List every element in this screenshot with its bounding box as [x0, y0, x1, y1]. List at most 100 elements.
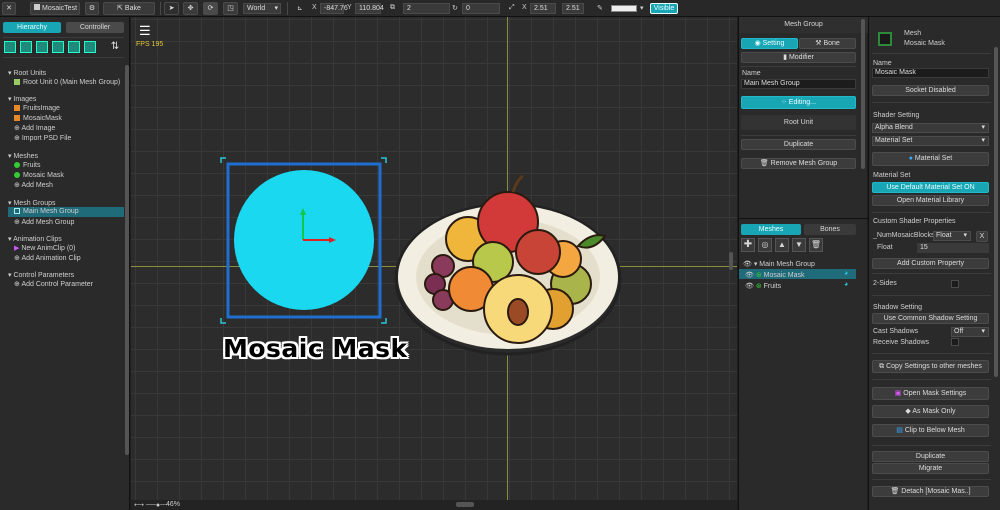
project-tab[interactable]: MosaicTest	[30, 2, 80, 15]
clip-to-below-button[interactable]: ▤ Clip to Below Mesh	[872, 424, 989, 437]
filter-mesh-icon[interactable]	[36, 41, 48, 53]
tree-item-fruits-image[interactable]: FruitsImage	[14, 104, 60, 114]
tab-setting[interactable]: ◉ Setting	[741, 38, 798, 49]
add-animation-clip-button[interactable]: ⊕ Add Animation Clip	[14, 254, 81, 264]
sort-icon[interactable]: ⇅	[109, 41, 121, 53]
modifier-button[interactable]: ▮ Modifier	[741, 52, 856, 63]
list-row-fruits[interactable]: 👁 ⊛ Fruits	[745, 282, 781, 290]
add-custom-property-button[interactable]: Add Custom Property	[872, 258, 989, 269]
editing-button[interactable]: ⁘ Editing...	[741, 96, 856, 109]
tab-hierarchy[interactable]: Hierarchy	[3, 22, 61, 33]
add-mesh-group-button[interactable]: ⊕ Add Mesh Group	[14, 218, 74, 228]
rotate-tool-icon[interactable]: ⟳	[203, 2, 218, 15]
remove-mesh-group-button[interactable]: 🗑 Remove Mesh Group	[741, 158, 856, 169]
material-mode-dropdown[interactable]: Material Set	[872, 136, 989, 146]
root-unit-button[interactable]: Root Unit	[741, 115, 856, 130]
layer-icon[interactable]: ◎	[758, 238, 772, 252]
section-animation-clips[interactable]: ▾ Animation Clips	[8, 235, 62, 243]
color-swatch[interactable]	[611, 5, 637, 12]
space-dropdown[interactable]: World ▾	[243, 3, 281, 14]
remove-property-button[interactable]: X	[976, 231, 988, 242]
panel-scrollbar[interactable]	[861, 19, 865, 169]
two-sides-checkbox[interactable]	[951, 280, 959, 288]
tree-item-anim-clip[interactable]: ▶ New AnimClip (0)	[14, 244, 75, 254]
duplicate-mesh-button[interactable]: Duplicate	[872, 451, 989, 462]
vertical-scrollbar[interactable]	[729, 252, 733, 270]
move-up-icon[interactable]: ▲	[775, 238, 789, 252]
receive-shadows-checkbox[interactable]	[951, 338, 959, 346]
float-value-input[interactable]: 15	[917, 243, 989, 253]
filter-anim-icon[interactable]	[68, 41, 80, 53]
hierarchy-scrollbar[interactable]	[125, 65, 129, 455]
tab-controller[interactable]: Controller	[66, 22, 124, 33]
position-y-input[interactable]: 110.804	[355, 3, 384, 14]
mosaic-mask-object[interactable]	[219, 156, 389, 326]
section-meshes[interactable]: ▾ Meshes	[8, 152, 38, 160]
open-material-library-button[interactable]: Open Material Library	[872, 195, 989, 206]
section-images[interactable]: ▾ Images	[8, 95, 36, 103]
as-mask-only-button[interactable]: ◆ As Mask Only	[872, 405, 989, 418]
depth-input[interactable]: 2	[403, 3, 450, 14]
section-root-units[interactable]: ▾ Root Units	[8, 69, 46, 77]
add-mesh-button[interactable]: ⊕ Add Mesh	[14, 181, 53, 191]
tree-item-fruits-mesh[interactable]: Fruits	[14, 161, 41, 171]
section-control-parameters[interactable]: ▾ Control Parameters	[8, 271, 74, 279]
gear-icon[interactable]: ⚙	[85, 2, 99, 15]
filter-param-icon[interactable]	[84, 41, 96, 53]
add-icon[interactable]: ✚	[741, 238, 755, 252]
chevron-down-icon[interactable]: ▾	[640, 4, 644, 12]
list-row-mosaic[interactable]: 👁 ⊛ Mosaic Mask	[745, 271, 805, 279]
tree-item-mosaic-image[interactable]: MosaicMask	[14, 114, 62, 124]
move-tool-icon[interactable]: ✥	[183, 2, 198, 15]
move-down-icon[interactable]: ▼	[792, 238, 806, 252]
detach-button[interactable]: 🗑 Detach [Mosaic Mas..]	[872, 486, 989, 497]
tree-item-root-unit[interactable]: Root Unit 0 (Main Mesh Group)	[14, 78, 120, 88]
mesh-name-input[interactable]: Mosaic Mask	[872, 68, 989, 78]
fruits-plate-image[interactable]	[393, 174, 623, 359]
scale-x-input[interactable]: 2.51	[530, 3, 556, 14]
list-row-group[interactable]: 👁 ▾ Main Mesh Group	[743, 260, 815, 268]
tree-item-mosaic-mesh[interactable]: Mosaic Mask	[14, 171, 64, 181]
scale-tool-icon[interactable]: ◳	[223, 2, 238, 15]
group-name-input[interactable]: Main Mesh Group	[741, 79, 856, 89]
select-tool-icon[interactable]: ➤	[164, 2, 179, 15]
position-x-input[interactable]: -847.76	[320, 3, 348, 14]
menu-icon[interactable]: ☰	[139, 24, 151, 37]
delete-icon[interactable]: 🗑	[809, 238, 823, 252]
scale-y-input[interactable]: 2.51	[562, 3, 584, 14]
open-mask-settings-button[interactable]: ▣ Open Mask Settings	[872, 387, 989, 400]
close-icon[interactable]: ✕	[2, 2, 16, 15]
tab-bone[interactable]: ⚒ Bone	[799, 38, 856, 49]
filter-image-icon[interactable]	[20, 41, 32, 53]
duplicate-group-button[interactable]: Duplicate	[741, 139, 856, 150]
horizontal-scrollbar[interactable]	[456, 502, 474, 507]
tab-bones[interactable]: Bones	[804, 224, 856, 235]
socket-button[interactable]: Socket Disabled	[872, 85, 989, 96]
add-image-button[interactable]: ⊕ Add Image	[14, 124, 55, 134]
cast-shadows-dropdown[interactable]: Off	[951, 327, 989, 337]
mask-link-icon[interactable]: ◕	[844, 270, 848, 277]
add-control-parameter-button[interactable]: ⊕ Add Control Parameter	[14, 280, 93, 290]
property-type-dropdown[interactable]: Float	[933, 231, 971, 241]
inspector-scrollbar[interactable]	[994, 47, 998, 377]
import-psd-button[interactable]: ⊕ Import PSD File	[14, 134, 71, 144]
use-default-material-toggle[interactable]: Use Default Material Set ON	[872, 182, 989, 193]
use-common-shadow-button[interactable]: Use Common Shadow Setting	[872, 313, 989, 324]
zoom-slider[interactable]: ⟷ ──●──	[134, 501, 170, 509]
copy-settings-button[interactable]: ⧉ Copy Settings to other meshes	[872, 360, 989, 373]
material-set-button[interactable]: ● Material Set	[872, 152, 989, 166]
canvas-viewport[interactable]: ☰ FPS 195 Mosaic Mask ⟷ ──●── 46%	[131, 17, 737, 510]
tab-meshes[interactable]: Meshes	[741, 224, 801, 235]
tree-item-main-mesh-group[interactable]: Main Mesh Group	[14, 207, 79, 217]
bake-button[interactable]: ⇱ Bake	[103, 2, 155, 15]
migrate-button[interactable]: Migrate	[872, 463, 989, 474]
rotation-input[interactable]: 0	[462, 3, 500, 14]
filter-root-icon[interactable]	[4, 41, 16, 53]
mask-link-icon[interactable]: ◕	[844, 281, 848, 288]
visible-toggle[interactable]: Visible	[650, 3, 678, 14]
section-mesh-groups[interactable]: ▾ Mesh Groups	[8, 199, 56, 207]
blend-mode-dropdown[interactable]: Alpha Blend	[872, 123, 989, 133]
filter-group-icon[interactable]	[52, 41, 64, 53]
mesh-type-icon	[878, 32, 892, 46]
color-picker-icon[interactable]: ✎	[597, 4, 603, 12]
